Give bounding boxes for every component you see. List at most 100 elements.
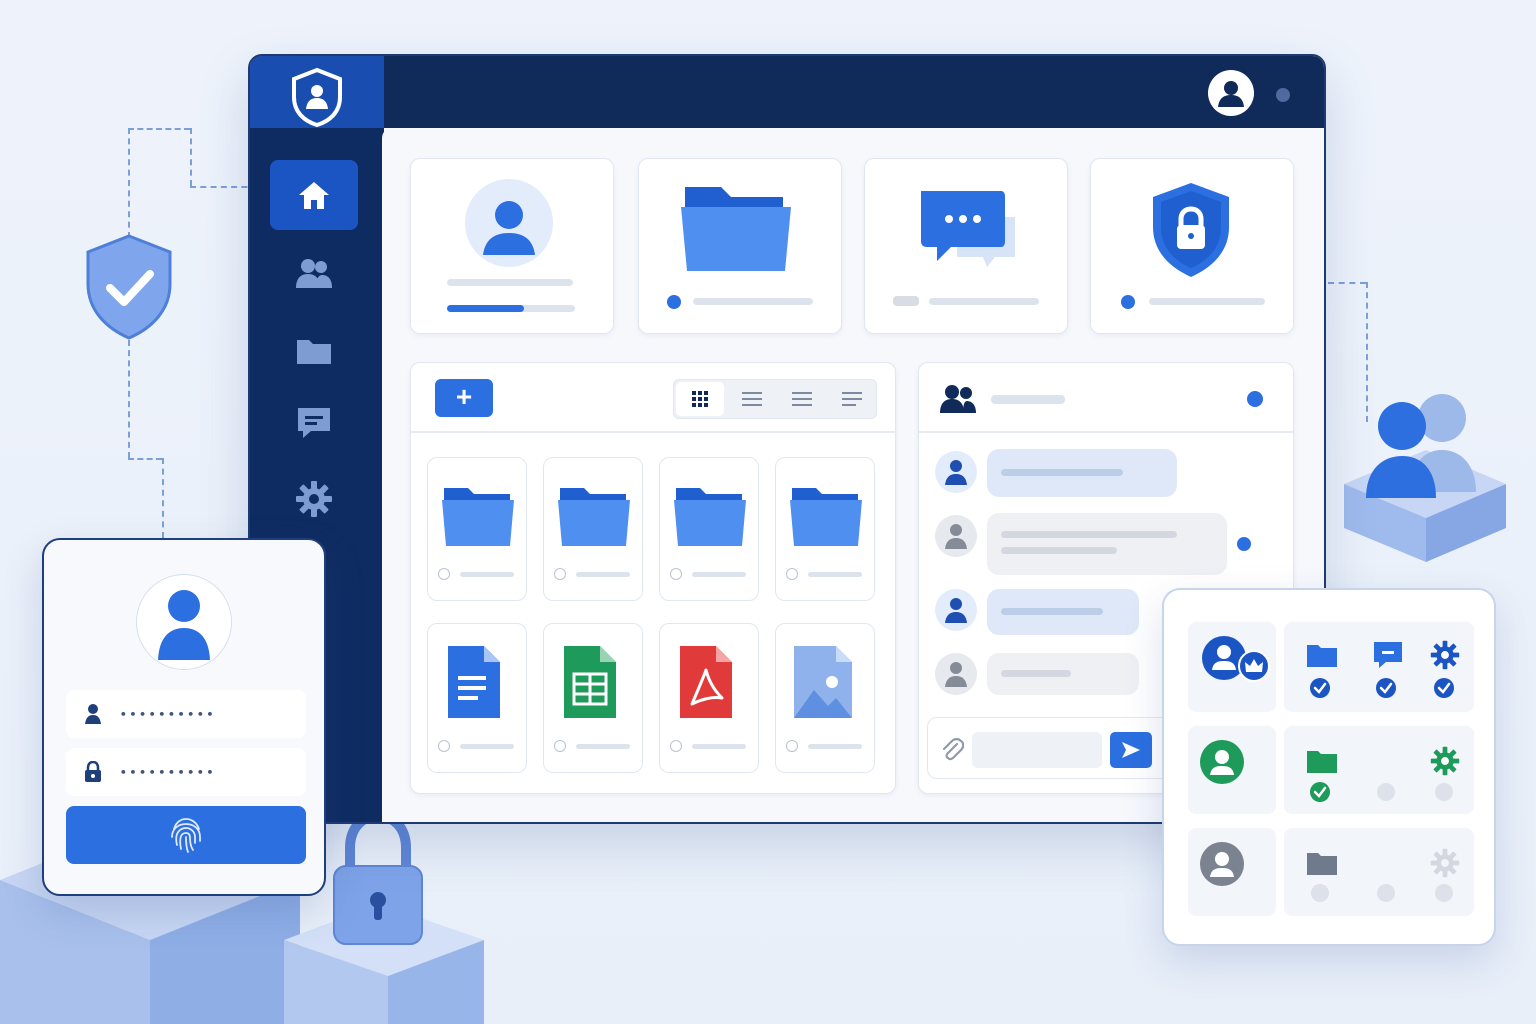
message-input[interactable] — [972, 732, 1102, 768]
online-indicator — [1247, 391, 1263, 407]
connector-line — [190, 128, 192, 186]
list-view-button[interactable] — [728, 382, 776, 416]
select-radio[interactable] — [438, 740, 450, 752]
file-tile[interactable] — [775, 623, 875, 773]
detail-list-button[interactable] — [828, 382, 876, 416]
gear-icon — [1430, 848, 1460, 878]
folder-name-placeholder — [460, 572, 514, 577]
home-icon — [299, 182, 329, 209]
connector-line — [162, 458, 164, 538]
user-avatar-icon[interactable] — [1208, 70, 1254, 116]
paperclip-icon[interactable] — [940, 736, 964, 762]
file-name-placeholder — [808, 744, 862, 749]
folder-icon — [674, 488, 746, 546]
sheet-file-icon — [564, 646, 616, 718]
folder-tile[interactable] — [427, 457, 527, 601]
files-card[interactable] — [638, 158, 842, 334]
divider — [411, 431, 895, 433]
file-tile[interactable] — [427, 623, 527, 773]
file-tile[interactable] — [543, 623, 643, 773]
users-icon — [940, 385, 976, 413]
sidebar-item-home[interactable] — [270, 160, 358, 230]
user-avatar-icon — [158, 590, 210, 660]
connector-line — [128, 340, 130, 458]
chat-avatar-blue — [935, 589, 977, 631]
gear-icon — [1430, 746, 1460, 776]
permissions-panel — [1162, 588, 1496, 946]
detail-list-icon — [842, 392, 862, 406]
profile-card[interactable] — [410, 158, 614, 334]
select-radio[interactable] — [554, 740, 566, 752]
files-caption-placeholder — [693, 298, 813, 305]
permissions-cell — [1284, 828, 1474, 916]
sidebar-item-files[interactable] — [270, 316, 358, 386]
folder-tile[interactable] — [543, 457, 643, 601]
brand-logo[interactable] — [250, 56, 384, 138]
security-caption-placeholder — [1149, 298, 1265, 305]
password-field[interactable]: •••••••••• — [66, 748, 306, 796]
folder-icon — [790, 488, 862, 546]
file-name-placeholder — [576, 744, 630, 749]
chat-message-bubble — [987, 653, 1139, 695]
permission-empty-dot — [1311, 884, 1329, 902]
padlock-icon — [333, 810, 423, 945]
chat-message-bubble — [987, 449, 1177, 497]
folder-icon — [681, 187, 791, 271]
sidebar-item-settings[interactable] — [270, 464, 358, 534]
add-button[interactable]: + — [435, 379, 493, 417]
username-field[interactable]: •••••••••• — [66, 690, 306, 738]
user-icon — [945, 662, 967, 687]
folder-icon — [297, 340, 331, 364]
check-icon — [1310, 782, 1330, 802]
file-name-placeholder — [692, 744, 746, 749]
folder-tile[interactable] — [659, 457, 759, 601]
folder-icon — [1307, 853, 1337, 875]
folder-name-placeholder — [576, 572, 630, 577]
select-radio[interactable] — [786, 740, 798, 752]
status-dot — [1276, 88, 1290, 102]
editor-avatar-icon — [1200, 740, 1244, 784]
select-radio[interactable] — [438, 568, 450, 580]
role-cell-viewer[interactable] — [1188, 828, 1276, 916]
messages-card[interactable] — [864, 158, 1068, 334]
sidebar-item-messages[interactable] — [270, 388, 358, 458]
connector-line — [128, 128, 190, 130]
folder-icon — [442, 488, 514, 546]
send-button[interactable] — [1110, 732, 1152, 768]
chat-icon — [298, 408, 330, 438]
permissions-cell — [1284, 726, 1474, 814]
select-radio[interactable] — [670, 568, 682, 580]
permission-empty-dot — [1377, 884, 1395, 902]
sidebar-item-users[interactable] — [270, 238, 358, 308]
select-radio[interactable] — [670, 740, 682, 752]
profile-progress-fill — [447, 305, 524, 312]
message-line-placeholder — [1001, 670, 1071, 677]
select-radio[interactable] — [786, 568, 798, 580]
doc-file-icon — [448, 646, 500, 718]
connector-line — [128, 458, 162, 460]
security-card[interactable] — [1090, 158, 1294, 334]
compact-list-icon — [792, 392, 812, 406]
fingerprint-login-button[interactable] — [66, 806, 306, 864]
add-button-label: + — [455, 381, 473, 412]
user-icon — [945, 598, 967, 623]
select-radio[interactable] — [554, 568, 566, 580]
messages-badge-placeholder — [893, 296, 919, 306]
role-cell-editor[interactable] — [1188, 726, 1276, 814]
image-file-icon — [794, 646, 852, 718]
check-icon — [1376, 678, 1396, 698]
grid-view-button[interactable] — [676, 382, 724, 416]
message-line-placeholder — [1001, 469, 1123, 476]
send-icon — [1122, 742, 1140, 758]
viewer-avatar-icon — [1200, 842, 1244, 886]
folder-tile[interactable] — [775, 457, 875, 601]
unread-indicator — [1237, 537, 1251, 551]
file-tile[interactable] — [659, 623, 759, 773]
fingerprint-icon — [171, 818, 201, 853]
chat-message-bubble — [987, 589, 1139, 635]
permission-empty-dot — [1377, 783, 1395, 801]
compact-list-button[interactable] — [778, 382, 826, 416]
folder-icon — [1307, 645, 1337, 667]
role-cell-admin[interactable] — [1188, 622, 1276, 712]
check-icon — [1434, 678, 1454, 698]
